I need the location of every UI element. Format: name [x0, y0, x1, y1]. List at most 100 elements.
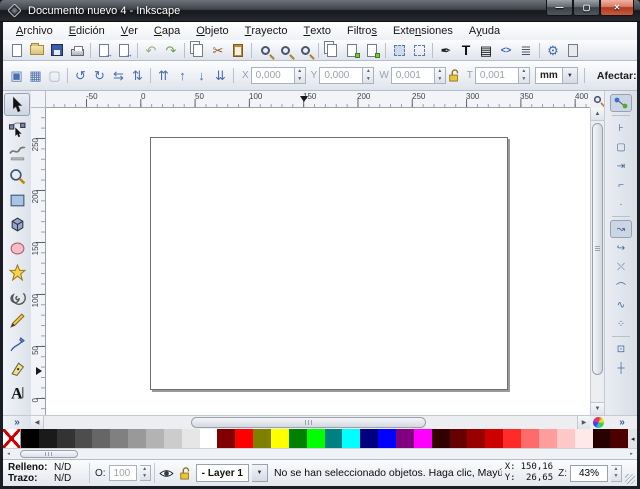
tweak-tool-button[interactable] — [4, 141, 30, 164]
sticky-zoom-toggle-button[interactable] — [590, 91, 604, 108]
title-bar[interactable]: Documento nuevo 4 - Inkscape — ▢ ✕ — [0, 0, 640, 22]
maximize-button[interactable]: ▢ — [573, 0, 600, 16]
export-button[interactable]: → — [114, 41, 134, 60]
rotate-ccw-button[interactable]: ↺ — [71, 65, 90, 87]
snap-bounding-box-button[interactable]: ⊦ — [610, 119, 632, 137]
raise-to-top-button[interactable]: ⇈ — [154, 65, 173, 87]
select-all-button[interactable]: ▣ — [7, 65, 26, 87]
menu-texto[interactable]: Texto — [295, 22, 339, 40]
snap-cusp-nodes-button[interactable]: ⌒ — [610, 277, 632, 295]
palette-swatch[interactable] — [467, 429, 485, 448]
menu-extensiones[interactable]: Extensiones — [385, 22, 461, 40]
x-input[interactable]: 0,000 — [251, 67, 295, 84]
snap-bbox-centers-button[interactable]: ∙ — [610, 195, 632, 213]
undo-button[interactable]: ↶ — [141, 41, 161, 60]
width-input[interactable]: 0,001 — [391, 67, 435, 84]
vertical-scrollbar-thumb[interactable] — [592, 123, 603, 375]
horizontal-scrollbar-thumb[interactable] — [191, 417, 426, 428]
palette-swatch[interactable] — [575, 429, 593, 448]
palette-swatch[interactable] — [110, 429, 128, 448]
flip-horizontal-button[interactable]: ⇆ — [109, 65, 128, 87]
y-spinner[interactable]: ▲▼ — [363, 67, 374, 84]
opacity-spinner[interactable]: ▲▼ — [140, 465, 151, 481]
palette-swatch[interactable] — [128, 429, 146, 448]
node-tool-button[interactable] — [4, 117, 30, 140]
palette-swatch[interactable] — [146, 429, 164, 448]
horizontal-ruler[interactable]: -50 0 50 100 150 200 250 300 350 400 — [46, 91, 590, 108]
palette-swatch[interactable] — [325, 429, 343, 448]
palette-swatch[interactable] — [485, 429, 503, 448]
paste-button[interactable] — [228, 41, 248, 60]
text-tool-button[interactable]: A — [4, 381, 30, 404]
snap-bbox-edges-button[interactable]: ▢ — [610, 138, 632, 156]
scroll-up-button[interactable]: ▲ — [591, 108, 604, 121]
save-button[interactable] — [47, 41, 67, 60]
unlink-clone-button[interactable] — [362, 41, 382, 60]
cut-button[interactable]: ✂ — [208, 41, 228, 60]
palette-scrollbar-thumb[interactable] — [20, 450, 78, 458]
scroll-right-button[interactable]: ▶ — [577, 416, 590, 429]
copy-button[interactable] — [188, 41, 208, 60]
zoom-tool-button[interactable] — [4, 165, 30, 188]
minimize-button[interactable]: — — [546, 0, 573, 16]
lower-button[interactable]: ↓ — [192, 65, 211, 87]
palette-swatch[interactable] — [593, 429, 611, 448]
group-button[interactable] — [389, 41, 409, 60]
palette-swatch[interactable] — [396, 429, 414, 448]
ungroup-button[interactable] — [409, 41, 429, 60]
palette-swatch[interactable] — [521, 429, 539, 448]
palette-swatch[interactable] — [57, 429, 75, 448]
palette-swatch[interactable] — [557, 429, 575, 448]
open-button[interactable] — [27, 41, 47, 60]
toolbox-overflow-button[interactable]: » — [3, 416, 31, 429]
select-all-layers-button[interactable]: ▦ — [26, 65, 45, 87]
layers-dialog-button[interactable]: ▤ — [476, 41, 496, 60]
menu-ver[interactable]: Ver — [113, 22, 146, 40]
palette-swatch[interactable] — [271, 429, 289, 448]
opacity-input[interactable]: 100 — [109, 465, 137, 481]
lower-to-bottom-button[interactable]: ⇊ — [211, 65, 230, 87]
zoom-drawing-button[interactable] — [275, 41, 295, 60]
palette-swatch[interactable] — [414, 429, 432, 448]
lock-ratio-button[interactable] — [446, 65, 462, 87]
snap-smooth-nodes-button[interactable]: ∿ — [610, 296, 632, 314]
spiral-tool-button[interactable] — [4, 285, 30, 308]
duplicate-button[interactable] — [322, 41, 342, 60]
snap-path-intersections-button[interactable]: ⤬ — [610, 258, 632, 276]
unit-select[interactable]: mm ▼ — [535, 67, 578, 84]
layer-dropdown-button[interactable]: ▼ — [252, 464, 268, 482]
star-tool-button[interactable] — [4, 261, 30, 284]
scroll-down-button[interactable]: ▼ — [591, 402, 604, 415]
height-input[interactable]: 0,001 — [475, 67, 519, 84]
vertical-ruler[interactable]: 250 200 150 100 50 0 — [31, 108, 46, 415]
menu-objeto[interactable]: Objeto — [188, 22, 236, 40]
window-resize-grip[interactable] — [625, 474, 635, 484]
x-spinner[interactable]: ▲▼ — [295, 67, 306, 84]
palette-swatch[interactable] — [289, 429, 307, 448]
zoom-selection-button[interactable] — [255, 41, 275, 60]
fill-stroke-dialog-button[interactable]: ✒ — [436, 41, 456, 60]
palette-swatch[interactable] — [503, 429, 521, 448]
menu-filtros[interactable]: Filtros — [339, 22, 385, 40]
palette-swatch[interactable] — [432, 429, 450, 448]
ellipse-tool-button[interactable] — [4, 237, 30, 260]
calligraphy-tool-button[interactable] — [4, 357, 30, 380]
snap-nodes-button[interactable]: ↝ — [610, 220, 632, 238]
palette-swatch[interactable] — [182, 429, 200, 448]
enable-snapping-button[interactable] — [610, 94, 632, 112]
flip-vertical-button[interactable]: ⇅ — [128, 65, 147, 87]
rotate-cw-button[interactable]: ↻ — [90, 65, 109, 87]
zoom-input[interactable]: 43% — [570, 465, 608, 482]
zoom-spinner[interactable]: ▲▼ — [611, 465, 622, 482]
horizontal-scrollbar[interactable] — [44, 416, 577, 429]
palette-swatch[interactable] — [450, 429, 468, 448]
selector-tool-button[interactable] — [4, 93, 30, 116]
align-dialog-button[interactable]: ≣ — [516, 41, 536, 60]
close-button[interactable]: ✕ — [600, 0, 634, 16]
current-layer-select[interactable]: - Layer 1 — [196, 464, 249, 482]
vertical-scrollbar[interactable]: ▲ ▼ — [590, 108, 604, 415]
new-document-button[interactable] — [7, 41, 27, 60]
create-clone-button[interactable] — [342, 41, 362, 60]
text-dialog-button[interactable]: T — [456, 41, 476, 60]
palette-scrollbar[interactable]: ◂ ▸ — [3, 448, 637, 459]
